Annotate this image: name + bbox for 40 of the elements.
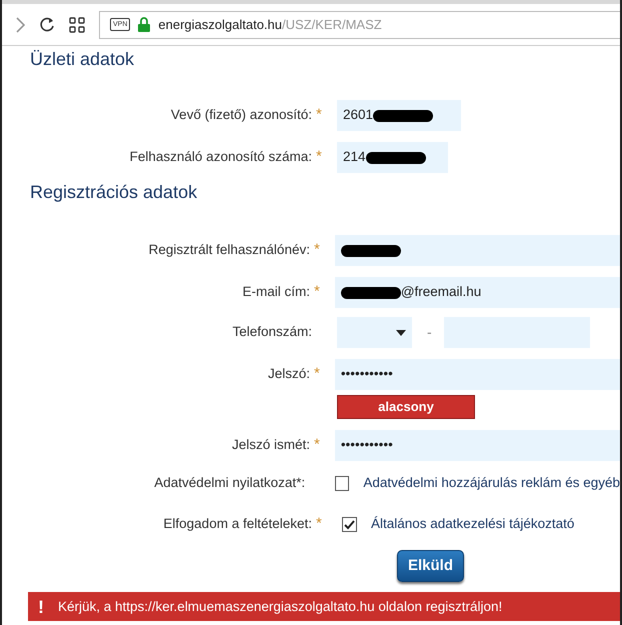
input-field[interactable] <box>334 235 620 266</box>
input-field[interactable]: 2601 <box>337 100 461 131</box>
input-field[interactable]: @freemail.hu <box>334 277 620 308</box>
required-mark: * <box>314 241 320 258</box>
field-label: Vevő (fizető) azonosító: <box>170 106 312 124</box>
separator-text: - <box>427 323 432 342</box>
checkbox[interactable] <box>334 476 350 491</box>
section-heading: Üzleti adatok <box>29 48 136 70</box>
field-label: Adatvédelmi nyilatkozat*: <box>153 474 306 492</box>
alert-text: Kérjük, a https://ker.elmuemaszenergiaszolgaltato.hu oldalon regisztráljon! <box>58 598 502 616</box>
dropdown-caret-icon <box>396 330 406 336</box>
required-mark: * <box>314 436 320 454</box>
field-label: Elfogadom a feltételeket: <box>162 515 312 534</box>
input-field[interactable]: 214 <box>337 142 448 173</box>
url-text: energiaszolgaltato.hu/USZ/KER/MASZ <box>158 16 382 34</box>
input-field[interactable]: ••••••••••• <box>334 359 620 390</box>
field-label: Telefonszám: <box>231 323 312 342</box>
required-mark: * <box>314 283 320 300</box>
submit-button[interactable]: Elküld <box>397 550 464 582</box>
section-heading: Regisztrációs adatok <box>29 181 198 203</box>
forward-icon[interactable] <box>16 16 25 32</box>
field-label: Felhasználó azonosító száma: <box>128 148 312 166</box>
reload-icon[interactable] <box>39 16 55 32</box>
exclamation-icon: ! <box>38 596 44 617</box>
field-label: Regisztrált felhasználónév: <box>148 241 310 260</box>
checkbox-label[interactable]: Általános adatkezelési tájékoztató <box>371 514 574 535</box>
required-mark: * <box>316 106 322 124</box>
checkbox[interactable] <box>342 517 357 532</box>
checkbox-label[interactable]: Adatvédelmi hozzájárulás reklám és egyéb <box>363 473 620 494</box>
field-label: E-mail cím: <box>241 283 310 302</box>
lock-icon <box>138 17 150 32</box>
strength-indicator: alacsony <box>337 395 475 419</box>
field-label: Jelszó: <box>266 365 310 384</box>
required-mark: * <box>316 148 322 166</box>
required-mark: * <box>316 515 322 532</box>
field-label: Jelszó ismét: <box>230 436 310 454</box>
required-mark: * <box>314 365 320 382</box>
input-field[interactable]: ••••••••••• <box>334 430 620 461</box>
dropdown-field[interactable] <box>337 317 412 348</box>
grid-icon[interactable] <box>69 16 85 32</box>
